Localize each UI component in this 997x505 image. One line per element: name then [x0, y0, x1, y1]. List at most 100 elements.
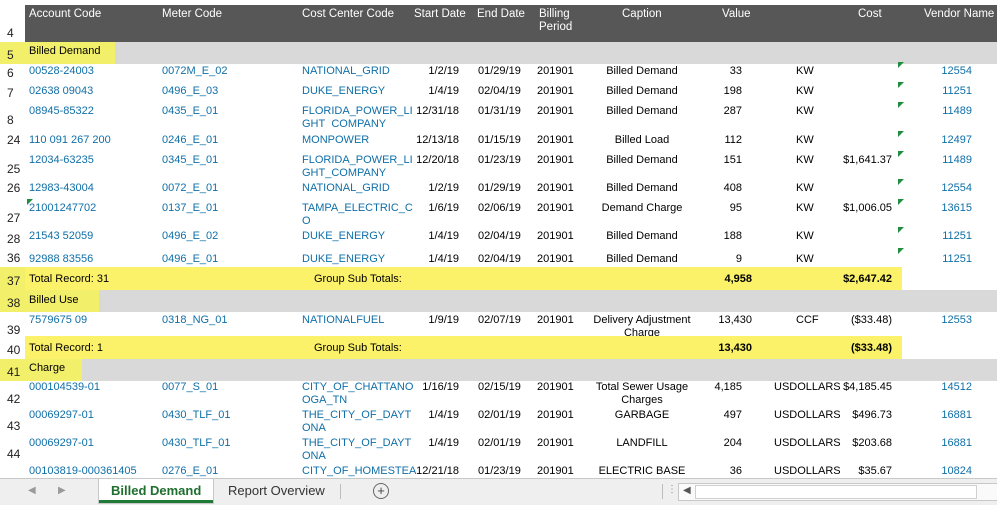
- cell-start-date[interactable]: 1/9/19: [409, 313, 459, 327]
- header-cost-center-code[interactable]: Cost Center Code: [302, 8, 394, 21]
- cell-value[interactable]: 13,430: [700, 313, 752, 327]
- cell-cost-center-code[interactable]: FLORIDA_POWER_LI: [302, 104, 413, 118]
- row-header-40[interactable]: 40: [0, 339, 25, 359]
- cell-account-code[interactable]: 00069297-01: [29, 408, 94, 422]
- cell-unit[interactable]: CCF: [796, 313, 819, 327]
- cell-unit[interactable]: USDOLLARS: [774, 408, 841, 422]
- cell-value[interactable]: 4,185: [700, 380, 742, 394]
- cell-caption[interactable]: Billed Load: [582, 133, 702, 147]
- cell-account-code[interactable]: 12034-63235: [29, 153, 94, 167]
- cell-vendor[interactable]: 11489: [930, 153, 972, 167]
- cell-caption[interactable]: Billed Demand: [582, 229, 702, 243]
- cell-meter-code[interactable]: 0496_E_02: [162, 229, 218, 243]
- cell-billing-period[interactable]: 201901: [537, 408, 574, 422]
- row-header-25[interactable]: 25: [0, 149, 25, 178]
- header-start-date[interactable]: Start Date: [414, 8, 466, 21]
- row-header-43[interactable]: 43: [0, 408, 25, 435]
- cell-cost[interactable]: ($33.48): [820, 313, 892, 327]
- cell-billing-period[interactable]: 201901: [537, 84, 574, 98]
- cell-end-date[interactable]: 02/04/19: [478, 229, 521, 243]
- cell-meter-code[interactable]: 0345_E_01: [162, 153, 218, 167]
- cell-billing-period[interactable]: 201901: [537, 436, 574, 450]
- cell-meter-code[interactable]: 0276_E_01: [162, 464, 218, 478]
- scroll-tabs-right-icon[interactable]: ▶: [58, 485, 66, 496]
- cell-end-date[interactable]: 02/04/19: [478, 252, 521, 266]
- header-caption[interactable]: Caption: [622, 8, 662, 21]
- cell-meter-code[interactable]: 0496_E_01: [162, 252, 218, 266]
- more-options-icon[interactable]: ⋮: [667, 484, 677, 495]
- group-label-charge[interactable]: Charge: [29, 361, 65, 375]
- cell-account-code[interactable]: 02638 09043: [29, 84, 93, 98]
- row-header-42[interactable]: 42: [0, 381, 25, 408]
- cell-meter-code[interactable]: 0072_E_01: [162, 181, 218, 195]
- cell-billing-period[interactable]: 201901: [537, 64, 574, 78]
- cell-account-code[interactable]: 00103819-000361405: [29, 464, 137, 478]
- cell-start-date[interactable]: 12/20/18: [409, 153, 459, 167]
- cell-billing-period[interactable]: 201901: [537, 229, 574, 243]
- cell-billing-period[interactable]: 201901: [537, 133, 574, 147]
- group-label-billed-use[interactable]: Billed Use: [29, 293, 79, 307]
- cell-start-date[interactable]: 1/2/19: [409, 181, 459, 195]
- total-value[interactable]: 4,958: [692, 272, 752, 286]
- cell-vendor[interactable]: 12554: [930, 181, 972, 195]
- cell-start-date[interactable]: 1/6/19: [409, 201, 459, 215]
- cell-meter-code[interactable]: 0435_E_01: [162, 104, 218, 118]
- cell-unit[interactable]: KW: [796, 104, 814, 118]
- cell-meter-code[interactable]: 0430_TLF_01: [162, 408, 231, 422]
- cell-meter-code[interactable]: 0137_E_01: [162, 201, 218, 215]
- cell-unit[interactable]: KW: [796, 84, 814, 98]
- header-vendor-name[interactable]: Vendor Name: [924, 8, 994, 21]
- cell-vendor[interactable]: 10824: [930, 464, 972, 478]
- cell-billing-period[interactable]: 201901: [537, 201, 574, 215]
- total-record-label[interactable]: Total Record: 31: [29, 272, 109, 286]
- cell-start-date[interactable]: 1/4/19: [409, 229, 459, 243]
- cell-unit[interactable]: USDOLLARS: [774, 380, 841, 394]
- row-header-8[interactable]: 8: [0, 102, 25, 129]
- cell-unit[interactable]: KW: [796, 229, 814, 243]
- cell-cost-center-code[interactable]: MONPOWER: [302, 133, 369, 147]
- cell-start-date[interactable]: 12/21/18: [409, 464, 459, 478]
- cell-start-date[interactable]: 1/16/19: [409, 380, 459, 394]
- cell-unit[interactable]: USDOLLARS: [774, 436, 841, 450]
- cell-meter-code[interactable]: 0072M_E_02: [162, 64, 227, 78]
- total-cost[interactable]: ($33.48): [810, 341, 892, 355]
- cell-cost[interactable]: $496.73: [834, 408, 892, 422]
- cell-unit[interactable]: KW: [796, 153, 814, 167]
- cell-end-date[interactable]: 02/04/19: [478, 84, 521, 98]
- total-value[interactable]: 13,430: [692, 341, 752, 355]
- total-cost[interactable]: $2,647.42: [810, 272, 892, 286]
- row-header-41[interactable]: 41: [0, 359, 25, 381]
- cell-value[interactable]: 188: [700, 229, 742, 243]
- cell-cost[interactable]: $4,185.45: [834, 380, 892, 394]
- cell-caption[interactable]: Billed Demand: [582, 84, 702, 98]
- cell-end-date[interactable]: 02/07/19: [478, 313, 521, 327]
- cell-end-date[interactable]: 02/15/19: [478, 380, 521, 394]
- cell-meter-code[interactable]: 0077_S_01: [162, 380, 218, 394]
- cell-meter-code[interactable]: 0430_TLF_01: [162, 436, 231, 450]
- cell-billing-period[interactable]: 201901: [537, 153, 574, 167]
- cell-meter-code[interactable]: 0496_E_03: [162, 84, 218, 98]
- cell-value[interactable]: 287: [700, 104, 742, 118]
- cell-caption[interactable]: Total Sewer Usage: [582, 380, 702, 394]
- cell-vendor[interactable]: 14512: [930, 380, 972, 394]
- cell-start-date[interactable]: 1/4/19: [409, 436, 459, 450]
- cell-cost-center-code[interactable]: NATIONALFUEL: [302, 313, 384, 327]
- cell-vendor[interactable]: 11251: [930, 84, 972, 98]
- cell-start-date[interactable]: 1/4/19: [409, 252, 459, 266]
- row-header-38[interactable]: 38: [0, 290, 25, 312]
- cell-value[interactable]: 198: [700, 84, 742, 98]
- total-record-label[interactable]: Total Record: 1: [29, 341, 103, 355]
- cell-caption[interactable]: Billed Demand: [582, 181, 702, 195]
- cell-vendor[interactable]: 11251: [930, 229, 972, 243]
- cell-end-date[interactable]: 01/15/19: [478, 133, 521, 147]
- spreadsheet-grid[interactable]: 4 Account Code Meter Code Cost Center Co…: [0, 0, 997, 478]
- cell-cost[interactable]: $35.67: [834, 464, 892, 478]
- cell-cost[interactable]: $203.68: [834, 436, 892, 450]
- cell-billing-period[interactable]: 201901: [537, 380, 574, 394]
- cell-vendor[interactable]: 12554: [930, 64, 972, 78]
- cell-cost-center-code[interactable]: DUKE_ENERGY: [302, 84, 385, 98]
- cell-value[interactable]: 112: [700, 133, 742, 147]
- plus-circle-icon[interactable]: +: [373, 483, 389, 499]
- cell-account-code[interactable]: 08945-85322: [29, 104, 94, 118]
- cell-vendor[interactable]: 11489: [930, 104, 972, 118]
